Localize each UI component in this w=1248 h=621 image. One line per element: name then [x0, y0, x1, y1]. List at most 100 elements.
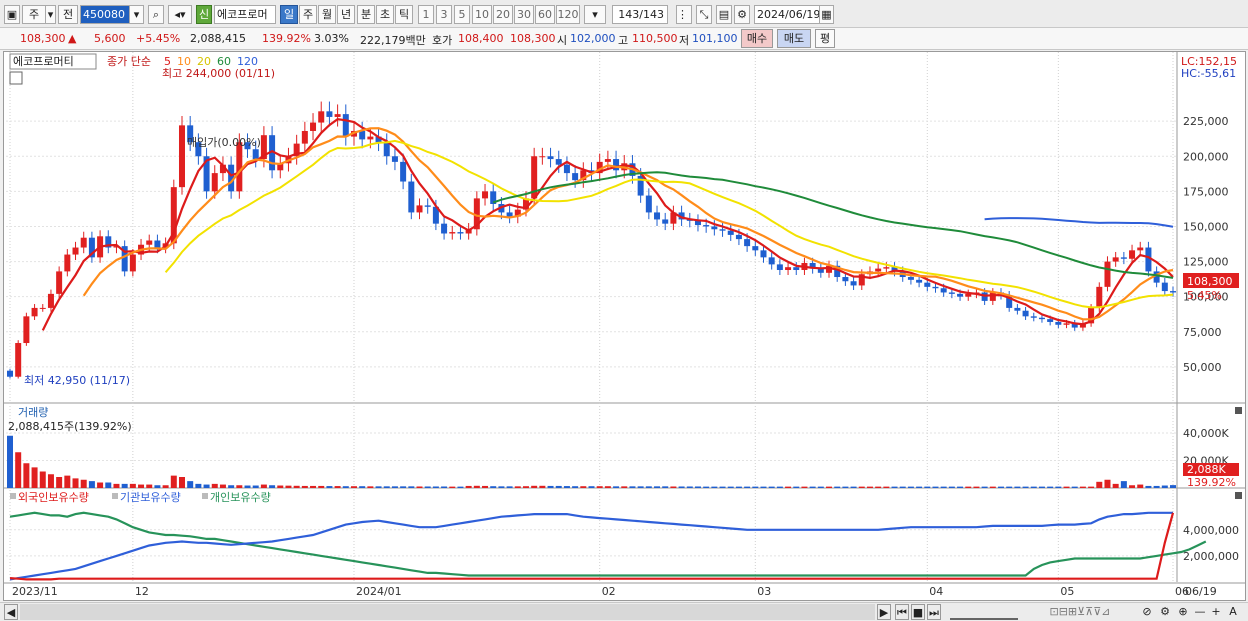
volume-bar	[432, 486, 439, 488]
chevron-down-icon[interactable]: ▾	[130, 5, 144, 24]
volume-bar	[858, 486, 865, 488]
save-icon[interactable]: ▤	[716, 5, 732, 24]
volume-bar	[465, 485, 472, 488]
tab-minute[interactable]: 분	[357, 5, 375, 24]
search-icon[interactable]: ⌕	[148, 5, 164, 24]
ma-legend-label: 종가 단순	[107, 55, 151, 68]
interval-3[interactable]: 3	[436, 5, 452, 24]
volume-bar	[793, 486, 800, 488]
chevron-down-icon[interactable]: ▾	[46, 5, 56, 24]
rewind-icon[interactable]: ⏮	[895, 604, 909, 620]
tab-tick[interactable]: 틱	[395, 5, 413, 24]
volume-bar	[940, 486, 947, 488]
volume-bar	[129, 483, 136, 488]
holdings-line-institution	[9, 511, 1173, 581]
layout-icon[interactable]: ▣	[4, 5, 20, 24]
volume-bar	[1129, 485, 1136, 488]
candle-body	[752, 246, 759, 251]
interval-20[interactable]: 20	[493, 5, 513, 24]
avg-button[interactable]: 평	[815, 29, 835, 48]
low-annotation: 최저 42,950 (11/17)	[24, 374, 130, 387]
volume-bar	[1153, 485, 1160, 488]
volume-bar	[907, 486, 914, 488]
settings-icon[interactable]: ⚙	[1158, 604, 1172, 620]
volume-bar	[998, 486, 1005, 488]
volume-bar	[236, 485, 243, 488]
volume-bar	[211, 483, 218, 488]
chevron-down-icon[interactable]: ▾	[584, 5, 606, 24]
volume-bar	[555, 485, 562, 488]
zoom-reset-icon[interactable]: ⊘	[1140, 604, 1154, 620]
zoom-out-icon[interactable]: —	[1194, 604, 1206, 620]
volume-bar	[350, 486, 357, 488]
candle-body	[735, 234, 742, 240]
lock-icon[interactable]: ⊕	[1176, 604, 1190, 620]
volume-bar	[498, 486, 505, 488]
speaker-icon[interactable]: ◂▾	[168, 5, 192, 24]
open: 102,000	[570, 32, 616, 45]
price-tick-label: 200,000	[1183, 150, 1229, 163]
volume-bar	[924, 486, 931, 488]
tab-year[interactable]: 년	[337, 5, 355, 24]
candle-body	[408, 181, 415, 213]
ma-line-120	[984, 217, 1174, 228]
chart-area[interactable]: 225,000 200,000 175,000 150,000 125,000 100,0…	[3, 51, 1246, 601]
interval-10[interactable]: 10	[472, 5, 492, 24]
prev-button[interactable]: 전	[58, 5, 78, 24]
tab-month[interactable]: 월	[318, 5, 336, 24]
candle-count[interactable]: 143/143	[612, 5, 668, 24]
sell-button[interactable]: 매도	[777, 29, 811, 48]
stop-icon[interactable]: ■	[911, 604, 925, 620]
open-label: 시	[557, 34, 568, 47]
grid-icon[interactable]: ⋮⋮	[676, 5, 692, 24]
high-annotation: 최고 244,000 (01/11)	[162, 67, 275, 80]
interval-1[interactable]: 1	[418, 5, 434, 24]
candle-body	[449, 232, 456, 234]
volume-bar	[260, 484, 267, 488]
scrollbar[interactable]: ◀ ▶ ⏮ ■ ⏭ ⊡⊟⊞⊻⊼⊽⊿ ⊘ ⚙ ⊕ — + A	[0, 602, 1248, 621]
tab-week[interactable]: 주	[299, 5, 317, 24]
volume-bar	[629, 486, 636, 488]
amount: 222,179백만	[360, 34, 426, 47]
candle-body	[1055, 321, 1062, 325]
volume-bar	[23, 463, 30, 488]
volume-bar	[588, 486, 595, 488]
date-input[interactable]: 2024/06/19	[754, 5, 820, 24]
tab-day[interactable]: 일	[280, 5, 298, 24]
drawing-tools[interactable]: ⊡⊟⊞⊻⊼⊽⊿	[1025, 604, 1135, 620]
period-select[interactable]: 주	[22, 5, 46, 24]
volume-bar	[416, 486, 423, 488]
volume-bar	[228, 485, 235, 488]
forward-icon[interactable]: ⏭	[927, 604, 941, 620]
zoom-slider[interactable]	[950, 604, 1018, 620]
tab-second[interactable]: 초	[376, 5, 394, 24]
volume-bar	[146, 484, 153, 488]
volume-bar	[138, 484, 145, 488]
interval-5[interactable]: 5	[454, 5, 470, 24]
volume-bar	[424, 486, 431, 488]
scroll-right-icon[interactable]: ▶	[877, 604, 891, 620]
zoom-in-icon[interactable]: +	[1210, 604, 1222, 620]
volume-bar	[776, 486, 783, 488]
gear-icon[interactable]: ⚙	[734, 5, 750, 24]
candle-body	[236, 142, 243, 192]
draw-icon[interactable]: ⤡	[696, 5, 712, 24]
candle-body	[539, 156, 546, 158]
center-annotation: 매입가(0.00%)	[187, 136, 261, 149]
candle-body	[547, 156, 554, 160]
interval-120[interactable]: 120	[556, 5, 580, 24]
volume-bar	[727, 486, 734, 488]
buy-button[interactable]: 매수	[741, 29, 773, 48]
candle-body	[334, 114, 341, 117]
calendar-icon[interactable]: ▦	[820, 5, 834, 24]
volume-bar	[752, 486, 759, 488]
font-size-icon[interactable]: A	[1226, 604, 1240, 620]
turnover: 3.03%	[314, 32, 349, 45]
volume-bar	[973, 486, 980, 488]
scroll-left-icon[interactable]: ◀	[4, 604, 18, 620]
code-input[interactable]: 450080	[80, 5, 130, 24]
interval-60[interactable]: 60	[535, 5, 555, 24]
interval-30[interactable]: 30	[514, 5, 534, 24]
scroll-track[interactable]	[20, 604, 875, 620]
volume-bar	[219, 484, 226, 488]
